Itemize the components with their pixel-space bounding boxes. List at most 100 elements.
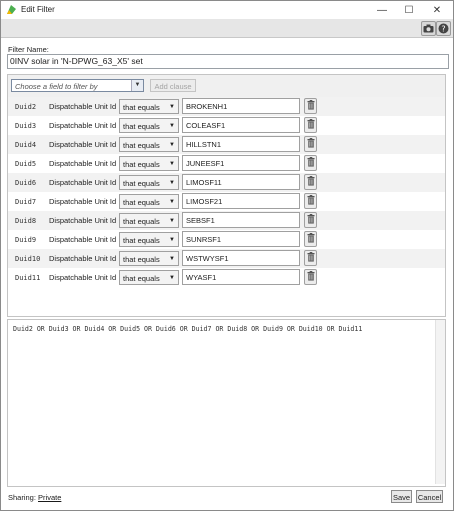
clause-field: Dispatchable Unit Id (49, 197, 117, 206)
clause-variable: Duid3 (15, 122, 37, 130)
operator-label: that equals (123, 198, 160, 207)
clause-field: Dispatchable Unit Id (49, 121, 117, 130)
operator-label: that equals (123, 217, 160, 226)
cancel-button[interactable]: Cancel (416, 490, 443, 503)
trash-icon (307, 233, 315, 245)
clause-row: Duid6 Dispatchable Unit Id that equals ▼ LIM… (8, 173, 445, 192)
operator-select[interactable]: that equals ▼ (119, 251, 179, 266)
sharing-link[interactable]: Private (38, 493, 61, 502)
operator-select[interactable]: that equals ▼ (119, 194, 179, 209)
trash-icon (307, 100, 315, 112)
delete-clause-button[interactable] (304, 117, 317, 133)
camera-icon[interactable] (421, 21, 436, 36)
chevron-down-icon: ▼ (169, 199, 175, 205)
trash-icon (307, 195, 315, 207)
clause-variable: Duid10 (15, 255, 41, 263)
operator-select[interactable]: that equals ▼ (119, 118, 179, 133)
value-input[interactable]: LIMOSF21 (182, 193, 300, 209)
clause-field: Dispatchable Unit Id (49, 235, 117, 244)
value-input[interactable]: COLEASF1 (182, 117, 300, 133)
clause-row: Duid4 Dispatchable Unit Id that equals ▼ HIL… (8, 135, 445, 154)
trash-icon (307, 157, 315, 169)
value-input[interactable]: LIMOSF11 (182, 174, 300, 190)
chevron-down-icon: ▼ (169, 237, 175, 243)
expression-scrollbar[interactable] (435, 320, 445, 484)
operator-label: that equals (123, 179, 160, 188)
chevron-down-icon: ▼ (169, 104, 175, 110)
delete-clause-button[interactable] (304, 155, 317, 171)
minimize-button[interactable]: — (368, 1, 396, 19)
filter-name-label: Filter Name: (8, 45, 49, 54)
operator-select[interactable]: that equals ▼ (119, 232, 179, 247)
sharing: Sharing: Private (8, 493, 61, 502)
clause-field: Dispatchable Unit Id (49, 140, 117, 149)
delete-clause-button[interactable] (304, 212, 317, 228)
operator-select[interactable]: that equals ▼ (119, 213, 179, 228)
chevron-down-icon: ▼ (131, 80, 143, 91)
chevron-down-icon: ▼ (169, 218, 175, 224)
trash-icon (307, 119, 315, 131)
value-input[interactable]: SUNRSF1 (182, 231, 300, 247)
trash-icon (307, 176, 315, 188)
trash-icon (307, 271, 315, 283)
svg-text:?: ? (441, 24, 445, 33)
filter-name-input[interactable]: 0INV solar in 'N-DPWG_63_X5' set (7, 54, 449, 69)
clause-variable: Duid9 (15, 236, 37, 244)
trash-icon (307, 138, 315, 150)
delete-clause-button[interactable] (304, 193, 317, 209)
clause-row: Duid2 Dispatchable Unit Id that equals ▼ BRO… (8, 97, 445, 116)
clause-variable: Duid2 (15, 103, 37, 111)
clause-variable: Duid11 (15, 274, 41, 282)
operator-label: that equals (123, 255, 160, 264)
value-input[interactable]: WYASF1 (182, 269, 300, 285)
delete-clause-button[interactable] (304, 98, 317, 114)
save-button[interactable]: Save (391, 490, 412, 503)
operator-label: that equals (123, 160, 160, 169)
maximize-button[interactable]: ☐ (395, 1, 423, 19)
value-input[interactable]: WSTWYSF1 (182, 250, 300, 266)
edit-filter-window: Edit Filter — ☐ ✕ ? Filter Name: 0INV so… (0, 0, 454, 511)
add-clause-button[interactable]: Add clause (150, 79, 196, 92)
close-button[interactable]: ✕ (423, 1, 451, 19)
clause-variable: Duid5 (15, 160, 37, 168)
operator-select[interactable]: that equals ▼ (119, 270, 179, 285)
operator-select[interactable]: that equals ▼ (119, 156, 179, 171)
value-input[interactable]: JUNEESF1 (182, 155, 300, 171)
operator-select[interactable]: that equals ▼ (119, 137, 179, 152)
field-select-placeholder: Choose a field to filter by (15, 82, 98, 91)
toolbar: ? (1, 19, 453, 38)
delete-clause-button[interactable] (304, 174, 317, 190)
expression-editor[interactable]: Duid2 OR Duid3 OR Duid4 OR Duid5 OR Duid… (7, 319, 446, 487)
operator-label: that equals (123, 274, 160, 283)
operator-select[interactable]: that equals ▼ (119, 99, 179, 114)
title-bar: Edit Filter — ☐ ✕ (1, 1, 453, 19)
clause-variable: Duid4 (15, 141, 37, 149)
chevron-down-icon: ▼ (169, 161, 175, 167)
chevron-down-icon: ▼ (169, 180, 175, 186)
help-icon[interactable]: ? (436, 21, 451, 36)
value-input[interactable]: BROKENH1 (182, 98, 300, 114)
delete-clause-button[interactable] (304, 269, 317, 285)
clause-variable: Duid8 (15, 217, 37, 225)
clause-field: Dispatchable Unit Id (49, 102, 117, 111)
field-select[interactable]: Choose a field to filter by ▼ (11, 79, 144, 92)
operator-label: that equals (123, 141, 160, 150)
operator-select[interactable]: that equals ▼ (119, 175, 179, 190)
clause-row: Duid10 Dispatchable Unit Id that equals ▼ WS… (8, 249, 445, 268)
operator-label: that equals (123, 122, 160, 131)
delete-clause-button[interactable] (304, 250, 317, 266)
trash-icon (307, 252, 315, 264)
value-input[interactable]: HILLSTN1 (182, 136, 300, 152)
expression-text[interactable]: Duid2 OR Duid3 OR Duid4 OR Duid5 OR Duid… (13, 325, 362, 333)
value-input[interactable]: SEBSF1 (182, 212, 300, 228)
clause-row: Duid11 Dispatchable Unit Id that equals ▼ WY… (8, 268, 445, 287)
clause-row: Duid7 Dispatchable Unit Id that equals ▼ LIM… (8, 192, 445, 211)
delete-clause-button[interactable] (304, 231, 317, 247)
clause-row: Duid9 Dispatchable Unit Id that equals ▼ SUN… (8, 230, 445, 249)
clause-field: Dispatchable Unit Id (49, 159, 117, 168)
window-title: Edit Filter (21, 5, 55, 14)
chevron-down-icon: ▼ (169, 256, 175, 262)
delete-clause-button[interactable] (304, 136, 317, 152)
clause-field: Dispatchable Unit Id (49, 216, 117, 225)
chevron-down-icon: ▼ (169, 123, 175, 129)
